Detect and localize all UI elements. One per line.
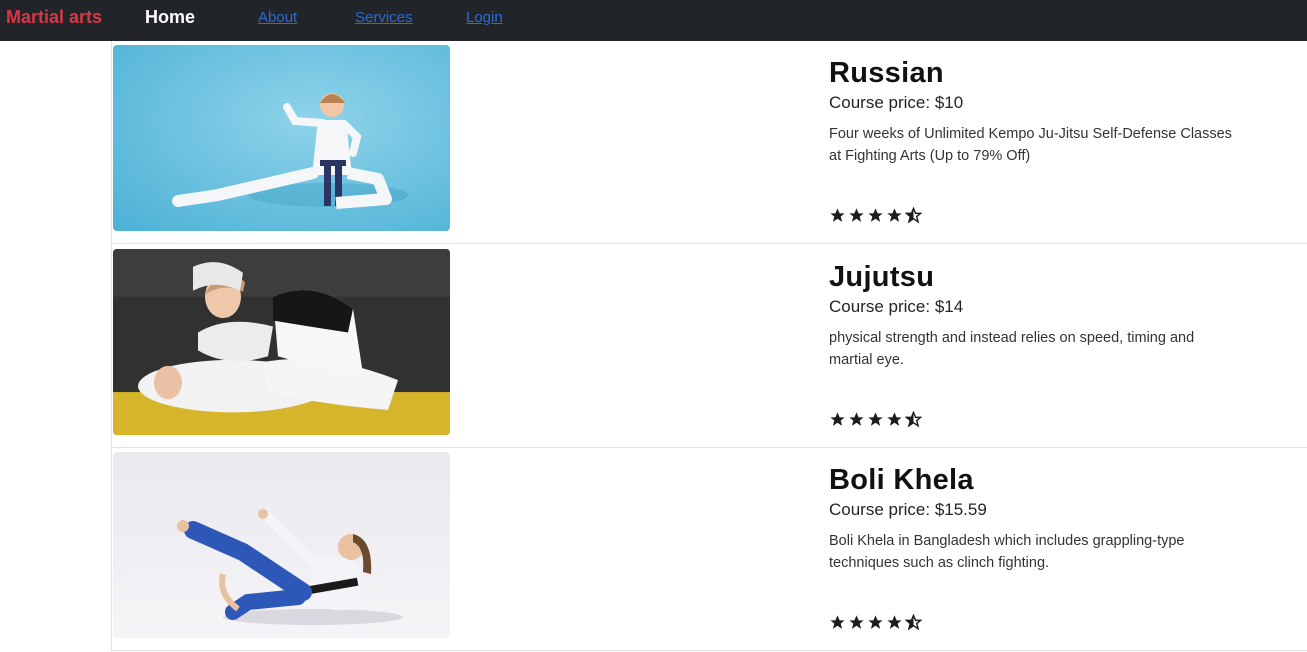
course-description: Four weeks of Unlimited Kempo Ju-Jitsu S… [829, 126, 1232, 164]
nav-login-link[interactable]: Login [466, 9, 503, 26]
nav-home[interactable]: Home [145, 7, 195, 28]
rating-stars [829, 614, 922, 631]
nav-services-link[interactable]: Services [355, 9, 413, 26]
star-full-icon [830, 208, 845, 222]
star-half-icon [905, 207, 922, 224]
course-title: Russian [829, 57, 944, 89]
course-info: Russian Course price: $10 Four weeks of … [829, 55, 1249, 167]
course-image [113, 452, 450, 638]
course-info: Jujutsu Course price: $14 physical stren… [829, 259, 1249, 371]
course-price: Course price: $15.59 [829, 500, 987, 519]
star-full-icon [830, 615, 845, 629]
navbar: Martial arts Home About Services Login [0, 0, 1307, 41]
course-card-russian: Russian Course price: $10 Four weeks of … [111, 41, 1307, 244]
course-title: Boli Khela [829, 464, 974, 496]
star-full-icon [849, 412, 864, 426]
course-description: physical strength and instead relies on … [829, 330, 1195, 368]
star-full-icon [868, 412, 883, 426]
star-half-icon [905, 411, 922, 428]
rating-stars [829, 411, 922, 428]
star-full-icon [887, 615, 902, 629]
star-full-icon [868, 615, 883, 629]
star-full-icon [887, 208, 902, 222]
star-full-icon [830, 412, 845, 426]
brand-logo[interactable]: Martial arts [6, 7, 102, 28]
kick-woman-photo-icon [113, 452, 450, 638]
course-price: Course price: $14 [829, 297, 964, 316]
course-description: Boli Khela in Bangladesh which includes … [829, 533, 1185, 571]
course-image [113, 249, 450, 435]
course-title: Jujutsu [829, 261, 935, 293]
jujutsu-grappling-photo-icon [113, 249, 450, 435]
course-price: Course price: $10 [829, 93, 964, 112]
course-image [113, 45, 450, 231]
course-card-boli-khela: Boli Khela Course price: $15.59 Boli Khe… [111, 448, 1307, 651]
star-full-icon [887, 412, 902, 426]
rating-stars [829, 207, 922, 224]
star-full-icon [849, 615, 864, 629]
nav-about-link[interactable]: About [258, 9, 297, 26]
karate-girl-photo-icon [113, 45, 450, 231]
star-half-icon [905, 614, 922, 631]
course-info: Boli Khela Course price: $15.59 Boli Khe… [829, 462, 1249, 574]
star-full-icon [849, 208, 864, 222]
star-full-icon [868, 208, 883, 222]
course-card-jujutsu: Jujutsu Course price: $14 physical stren… [111, 245, 1307, 448]
